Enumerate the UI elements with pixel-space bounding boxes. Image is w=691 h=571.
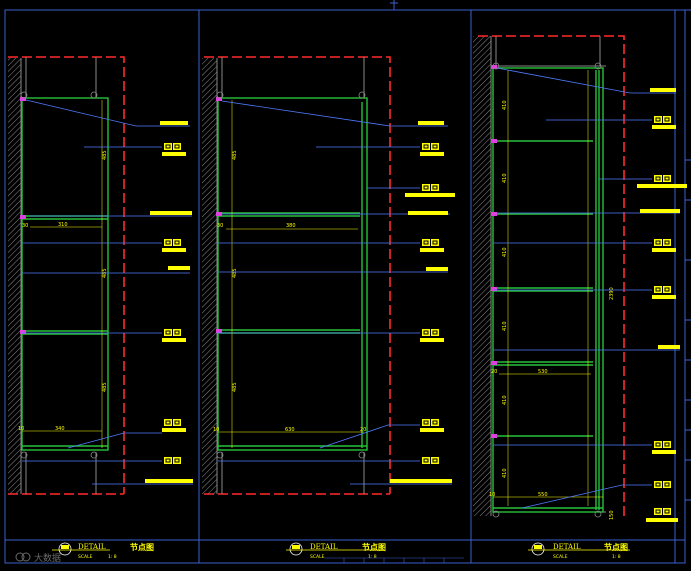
title-block-3: DETAIL 节点图 SCALE 1: 8 xyxy=(528,542,630,560)
title-block-2: DETAIL 节点图 SCALE 1: 8 xyxy=(286,542,386,560)
detail-panel-2: 380 630 30 10 20 485 485 485 DETAIL 节点图 … xyxy=(202,56,455,560)
title-cn: 节点图 xyxy=(362,542,386,552)
dim-row-height-4: 410 xyxy=(502,321,508,331)
dim-offset-2: 10 xyxy=(213,427,219,433)
dim-height-2: 485 xyxy=(232,268,238,278)
leader-lines xyxy=(218,100,452,485)
drawing-canvas: 310 340 30 10 485 485 485 DETAIL 节点图 SCA… xyxy=(4,0,691,564)
scale-label: SCALE xyxy=(310,554,325,560)
scale-label: SCALE xyxy=(78,554,93,560)
watermark: 大数据 xyxy=(15,552,61,564)
dim-offset-2: 10 xyxy=(18,426,24,432)
annotation-tags xyxy=(390,121,455,483)
dim-offset-1: 30 xyxy=(217,223,223,229)
bottom-strip xyxy=(324,557,464,564)
title-block-1: DETAIL 节点图 SCALE 1: 8 xyxy=(52,542,154,560)
annotation-tags xyxy=(145,121,193,483)
ceiling-line xyxy=(478,35,625,520)
cabinet-body xyxy=(21,97,109,451)
dim-shelf-width-2: 340 xyxy=(55,426,65,432)
title-en: DETAIL xyxy=(553,543,581,551)
dim-offset-2: 10 xyxy=(489,492,495,498)
wall-hatch xyxy=(473,36,491,516)
dim-shelf-width-1: 530 xyxy=(538,369,548,375)
dim-shelf-width-2: 550 xyxy=(538,492,548,498)
dim-height-1: 485 xyxy=(102,150,108,160)
dim-shelf-width-2: 630 xyxy=(285,427,295,433)
dim-height-3: 485 xyxy=(102,382,108,392)
dim-offset-3: 20 xyxy=(360,427,366,433)
dim-height-3: 485 xyxy=(232,382,238,392)
dim-row-height-5: 410 xyxy=(502,395,508,405)
title-cn: 节点图 xyxy=(604,542,628,552)
dim-row-height-2: 410 xyxy=(502,173,508,183)
dim-row-height-1: 410 xyxy=(502,100,508,110)
title-cn: 节点图 xyxy=(130,542,154,552)
scale-value: 1: 8 xyxy=(368,554,377,560)
detail-panel-3: 410 410 410 410 410 410 2390 530 550 20 … xyxy=(473,35,687,560)
dim-offset-1: 30 xyxy=(22,223,28,229)
scale-value: 1: 8 xyxy=(612,554,621,560)
cabinet-body xyxy=(217,97,368,451)
watermark-text: 大数据 xyxy=(34,552,61,564)
title-en: DETAIL xyxy=(310,543,338,551)
annotation-tags xyxy=(637,88,687,522)
dim-offset-3: 150 xyxy=(609,510,615,520)
dim-height-1: 485 xyxy=(232,150,238,160)
dim-row-height-3: 410 xyxy=(502,247,508,257)
dim-offset-1: 20 xyxy=(491,369,497,375)
detail-panel-1: 310 340 30 10 485 485 485 DETAIL 节点图 SCA… xyxy=(8,56,193,560)
scale-label: SCALE xyxy=(553,554,568,560)
dim-row-height-6: 410 xyxy=(502,468,508,478)
title-en: DETAIL xyxy=(78,543,106,551)
dim-shelf-width-1: 310 xyxy=(58,222,68,228)
scale-value: 1: 8 xyxy=(108,554,117,560)
dim-shelf-width-1: 380 xyxy=(286,223,296,229)
dim-total-height: 2390 xyxy=(609,287,615,300)
